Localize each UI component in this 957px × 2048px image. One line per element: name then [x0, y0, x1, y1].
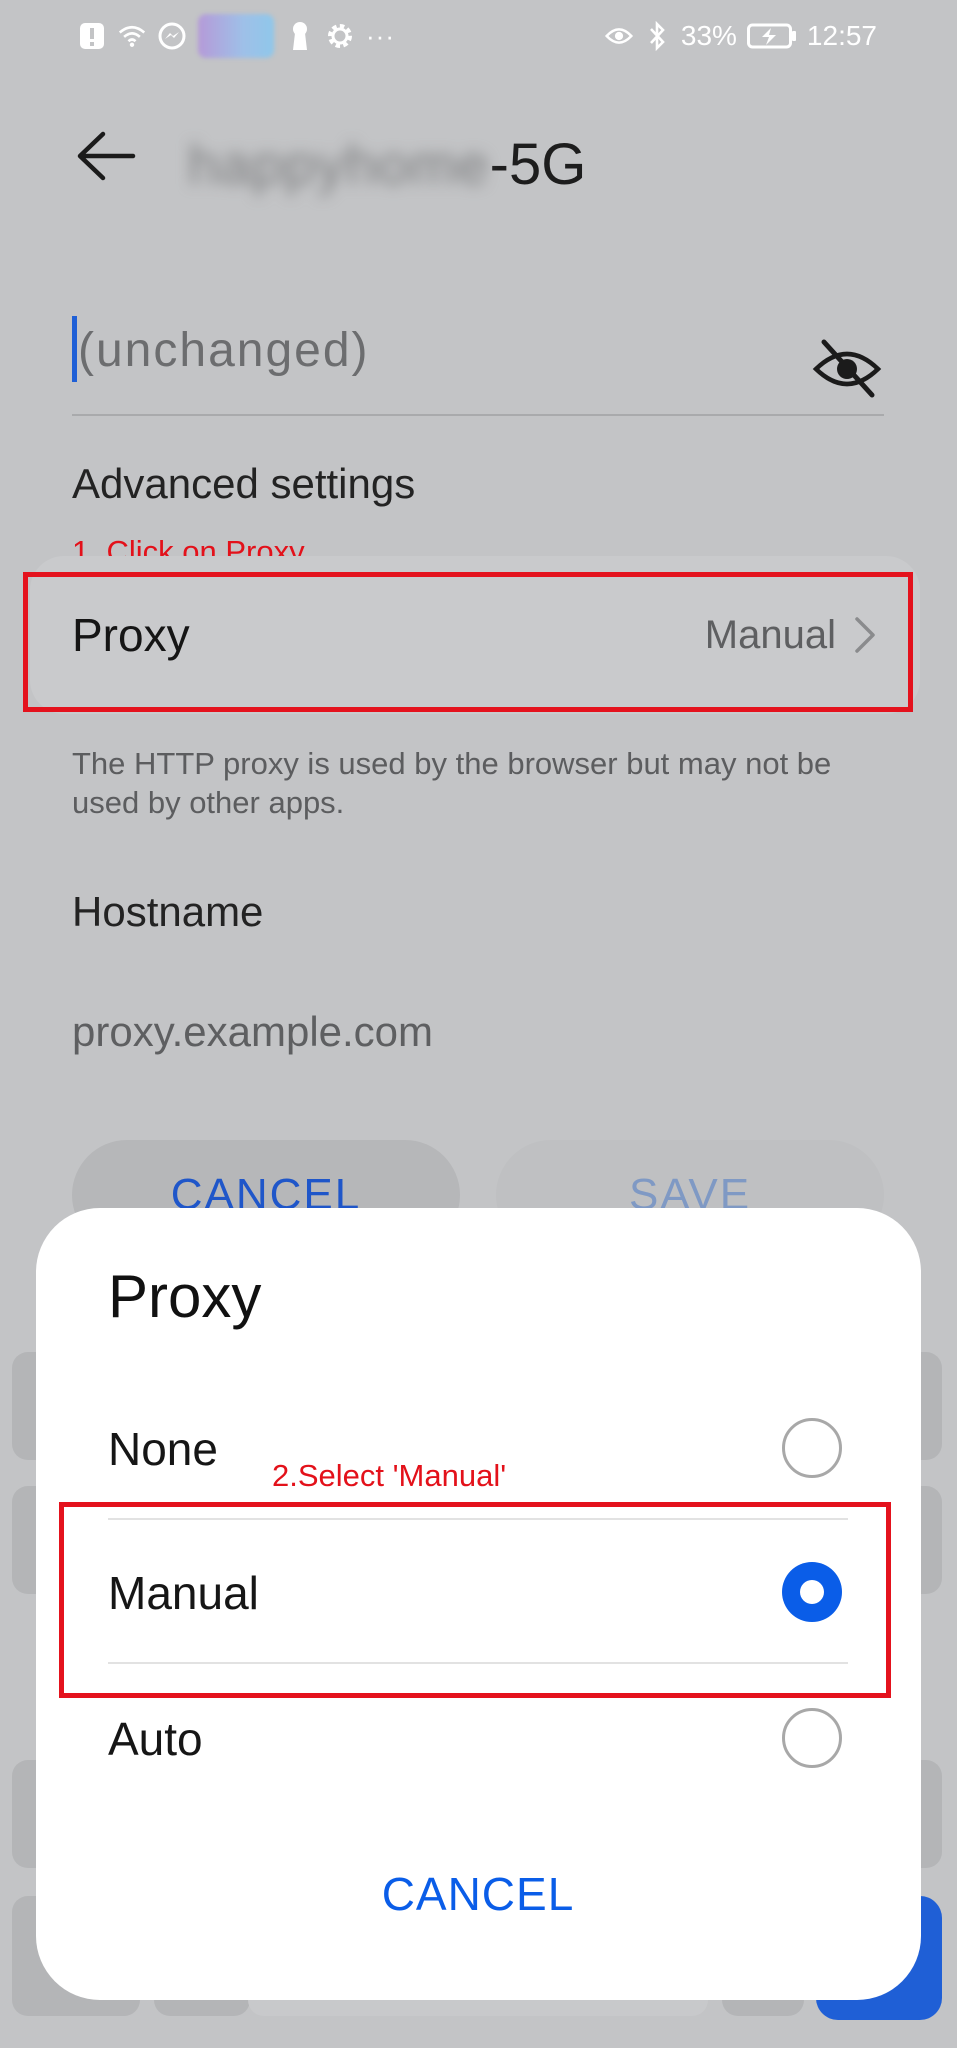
eye-slash-icon [812, 339, 882, 398]
gear-icon [326, 22, 354, 50]
ssid-suffix: -5G [489, 131, 587, 197]
dialog-cancel-button[interactable]: CANCEL [300, 1854, 656, 1934]
network-title: happyhome -5G [188, 128, 586, 200]
advanced-settings-heading: Advanced settings [72, 460, 416, 507]
dialog-title: Proxy [108, 1263, 262, 1330]
radio-none[interactable] [782, 1418, 842, 1478]
arrow-left-icon [77, 131, 136, 181]
toggle-password-visibility[interactable] [810, 335, 884, 401]
radio-auto[interactable] [782, 1708, 842, 1768]
bluetooth-icon [643, 21, 671, 51]
annotation-step-2: 2.Select 'Manual' [272, 1458, 507, 1493]
status-bar: ··· 33% 12:57 [0, 0, 957, 72]
option-auto-label[interactable]: Auto [108, 1712, 203, 1766]
alert-icon [78, 22, 106, 50]
annotation-highlight-manual [59, 1502, 891, 1698]
ssid-redacted: happyhome [188, 132, 490, 196]
hostname-label: Hostname [72, 888, 264, 935]
option-none-label[interactable]: None [108, 1422, 218, 1476]
annotation-highlight-proxy [23, 572, 913, 712]
field-divider [72, 414, 884, 416]
status-left-icons: ··· [78, 14, 395, 58]
text-cursor [72, 316, 77, 382]
battery-percentage: 33% [680, 20, 737, 51]
status-right-icons: 33% 12:57 [604, 14, 877, 58]
password-input[interactable] [78, 312, 778, 388]
wifi-icon [118, 22, 146, 50]
more-notifications-indicator: ··· [366, 20, 395, 51]
keyhole-icon [286, 22, 314, 50]
back-button[interactable] [70, 120, 142, 192]
clock: 12:57 [806, 20, 877, 51]
eye-comfort-icon [604, 22, 633, 50]
proxy-help-text: The HTTP proxy is used by the browser bu… [72, 746, 832, 820]
battery-charging-icon [746, 22, 797, 50]
blurred-app-icons [198, 14, 274, 58]
hostname-value[interactable]: proxy.example.com [72, 1008, 433, 1056]
messenger-icon [158, 22, 186, 50]
